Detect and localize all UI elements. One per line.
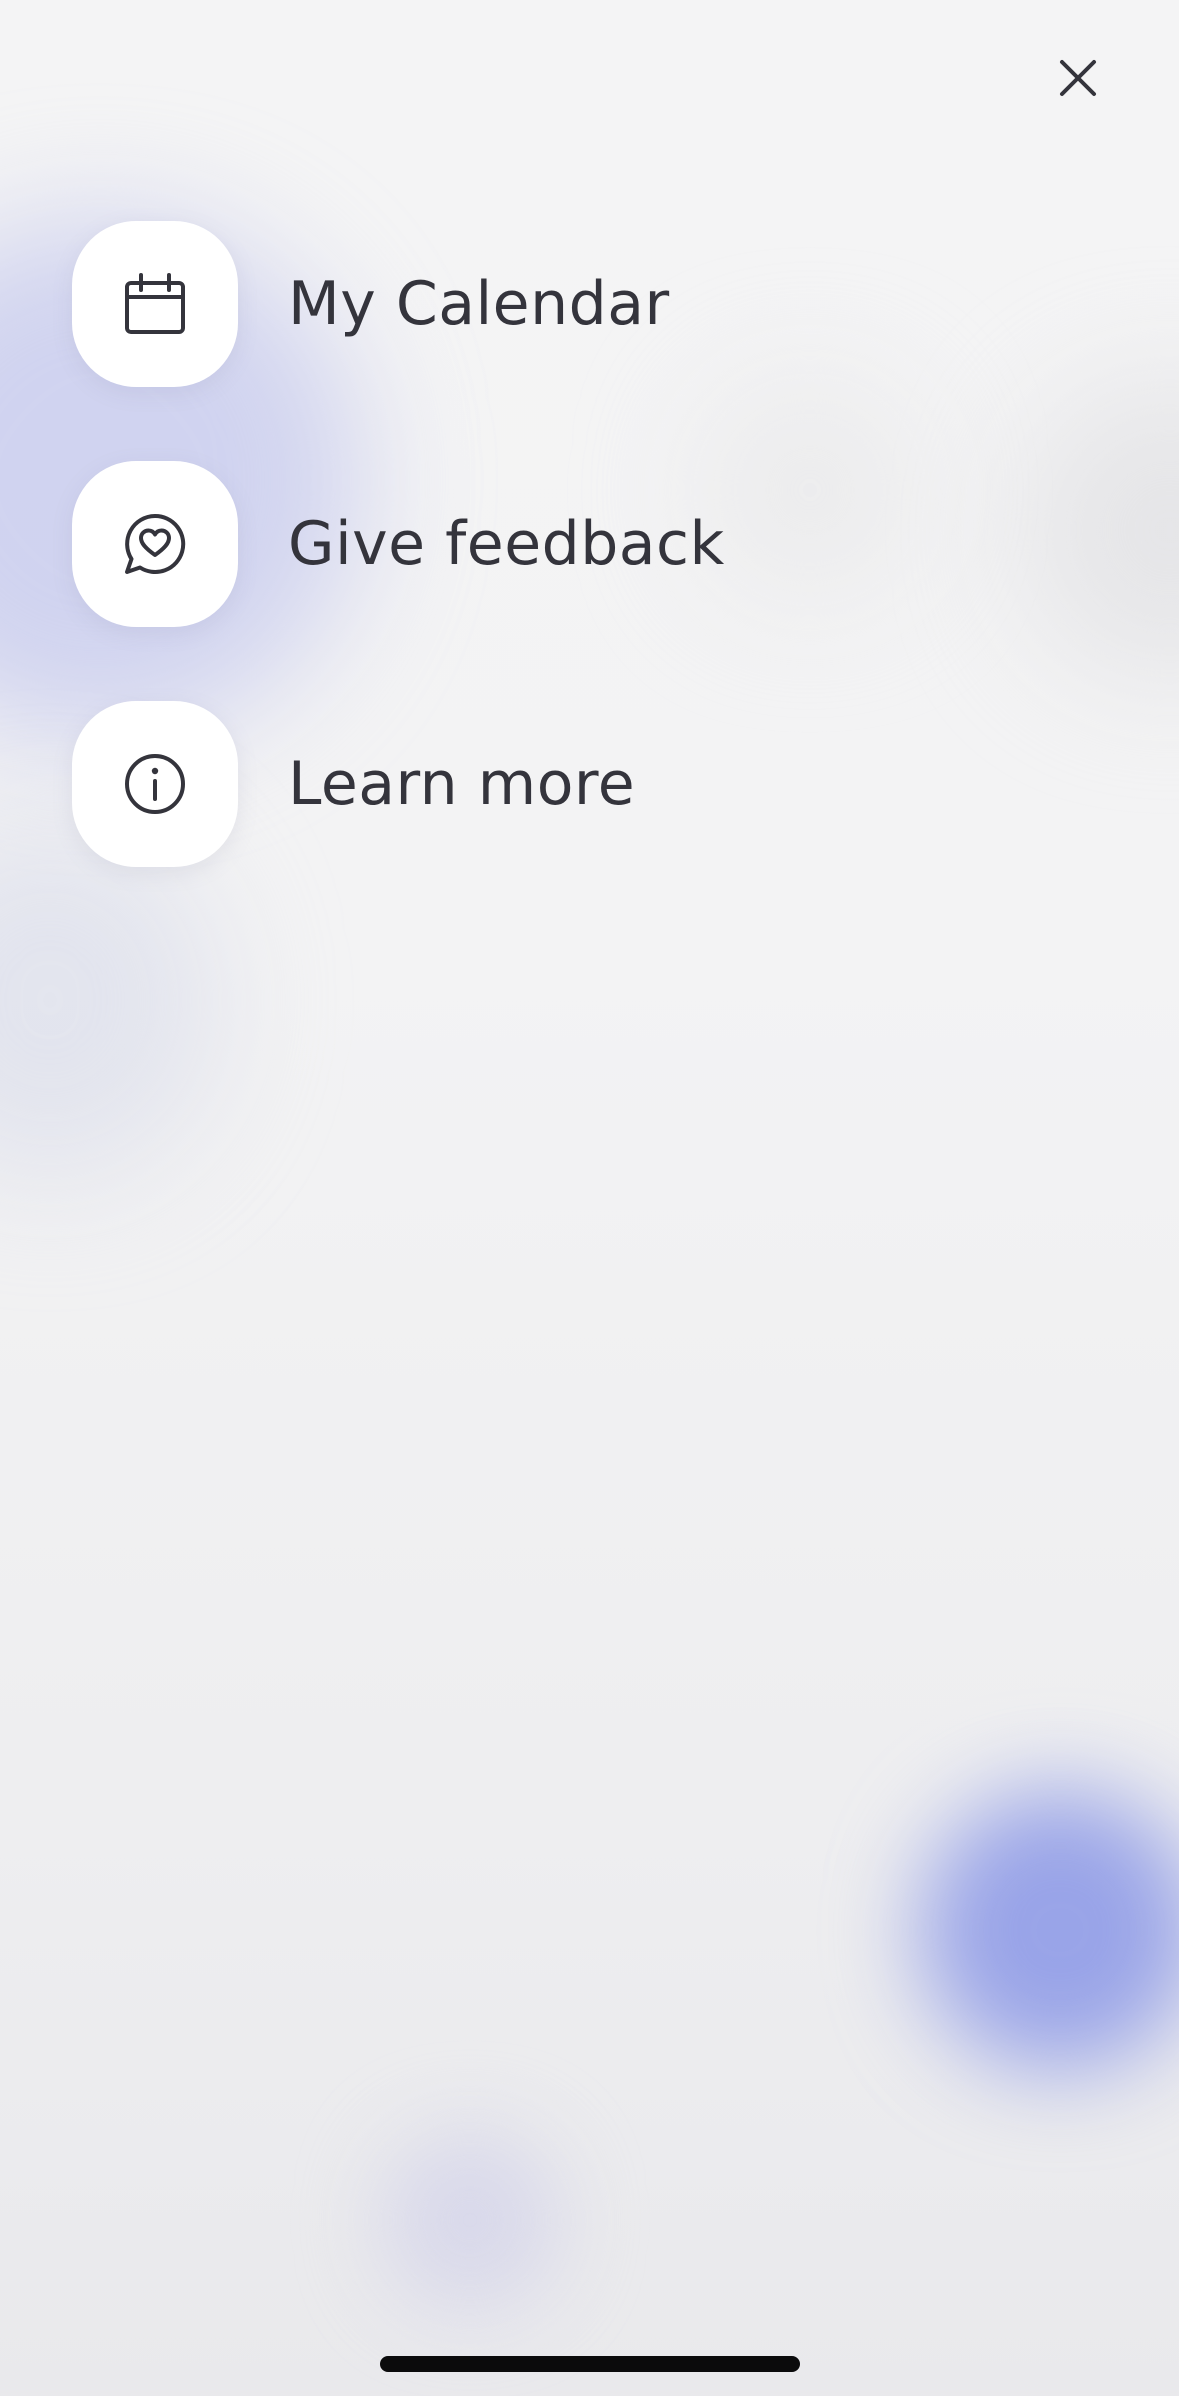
background-blur-blob (1020, 380, 1179, 680)
background-blur-blob (380, 2130, 560, 2310)
calendar-icon (125, 273, 185, 334)
menu-item-give-feedback[interactable]: Give feedback (72, 461, 725, 627)
menu-item-my-calendar[interactable]: My Calendar (72, 221, 725, 387)
info-icon (125, 754, 185, 814)
chat-heart-icon (125, 513, 186, 574)
chat-heart-icon-tile (72, 461, 238, 627)
calendar-icon-tile (72, 221, 238, 387)
close-button[interactable] (1040, 40, 1116, 116)
home-indicator[interactable] (380, 2356, 800, 2372)
menu-item-label: Give feedback (288, 509, 725, 579)
menu-item-learn-more[interactable]: Learn more (72, 701, 725, 867)
background-blur-blob (700, 380, 920, 600)
close-icon (1060, 60, 1096, 96)
menu-item-label: Learn more (288, 749, 636, 819)
menu-item-label: My Calendar (288, 269, 670, 339)
menu-list: My Calendar Give feedback Learn more (72, 221, 725, 941)
background-blur-blob (920, 1790, 1179, 2070)
info-icon-tile (72, 701, 238, 867)
